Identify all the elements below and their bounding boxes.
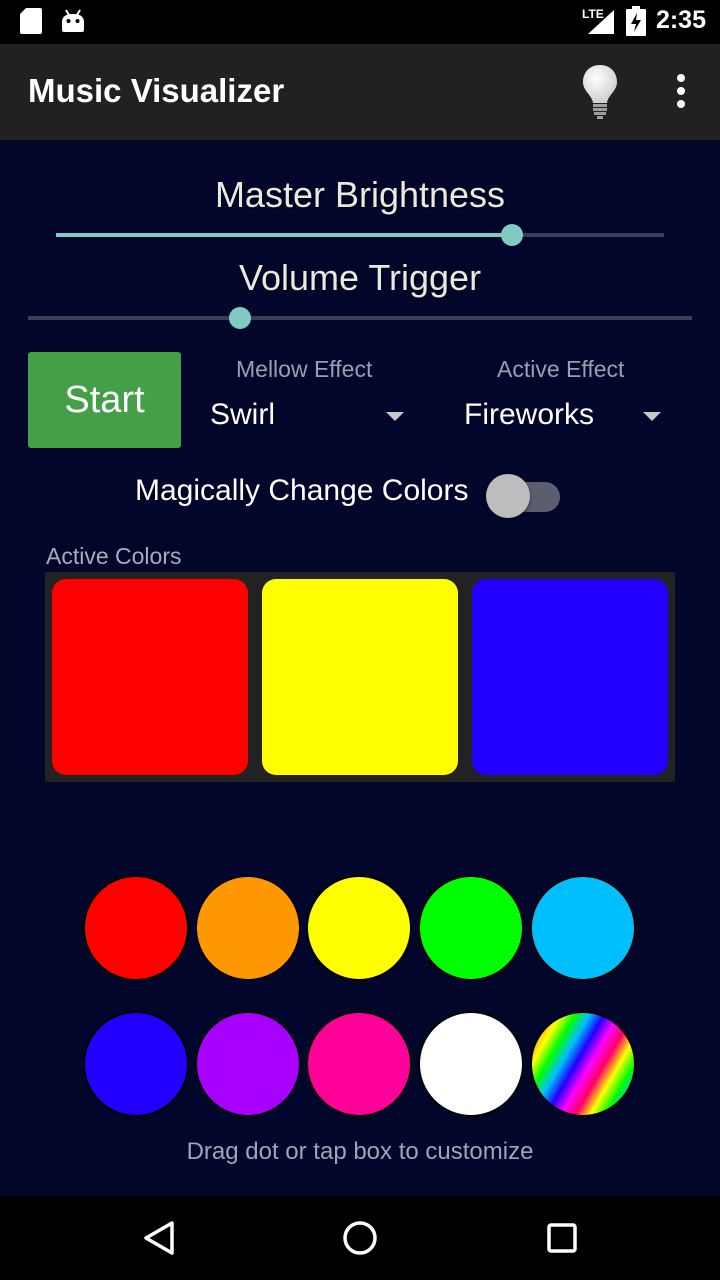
palette-dot-cyan[interactable]	[530, 875, 636, 981]
navigation-bar	[0, 1196, 720, 1280]
active-color-swatch-3[interactable]	[472, 579, 668, 775]
palette-dot-purple[interactable]	[195, 1011, 301, 1117]
battery-charging-icon	[626, 6, 646, 36]
lightbulb-icon[interactable]	[583, 65, 617, 119]
recents-icon[interactable]	[546, 1222, 578, 1254]
active-color-swatch-1[interactable]	[52, 579, 248, 775]
active-colors-box	[45, 572, 675, 782]
volume-trigger-thumb[interactable]	[229, 307, 252, 329]
android-icon	[62, 9, 84, 32]
master-brightness-slider[interactable]	[56, 223, 664, 247]
status-bar: LTE 2:35	[0, 0, 720, 44]
dropdown-arrow-icon	[386, 412, 404, 421]
palette-dot-green[interactable]	[418, 875, 524, 981]
mellow-effect-value: Swirl	[210, 398, 275, 431]
volume-trigger-label: Volume Trigger	[238, 257, 482, 298]
more-vert-icon[interactable]	[666, 74, 696, 110]
app-toolbar: Music Visualizer	[0, 44, 720, 140]
start-button[interactable]: Start	[28, 352, 181, 448]
palette-dot-blue[interactable]	[83, 1011, 189, 1117]
clock: 2:35	[655, 6, 706, 34]
mellow-effect-spinner[interactable]: Swirl	[210, 390, 404, 440]
palette-dot-orange[interactable]	[195, 875, 301, 981]
back-icon[interactable]	[142, 1220, 176, 1256]
palette-dot-red[interactable]	[83, 875, 189, 981]
palette-dot-white[interactable]	[418, 1011, 524, 1117]
palette-dot-pink[interactable]	[306, 1011, 412, 1117]
active-effect-spinner[interactable]: Fireworks	[464, 390, 661, 440]
magic-colors-label: Magically Change Colors	[135, 474, 469, 507]
main-content: Master Brightness Volume Trigger Start M…	[0, 140, 720, 1196]
lte-signal-icon	[588, 10, 614, 34]
palette-dot-yellow[interactable]	[306, 875, 412, 981]
active-colors-label: Active Colors	[46, 543, 182, 569]
mellow-effect-label: Mellow Effect	[236, 356, 373, 382]
active-effect-value: Fireworks	[464, 398, 595, 431]
switch-knob	[486, 474, 530, 518]
magic-colors-switch[interactable]	[486, 470, 562, 518]
master-brightness-fill	[56, 233, 512, 237]
sd-card-icon	[20, 8, 42, 34]
palette-dot-rainbow[interactable]	[530, 1011, 636, 1117]
active-color-swatch-2[interactable]	[262, 579, 458, 775]
active-effect-label: Active Effect	[497, 356, 625, 382]
volume-trigger-fill	[28, 316, 241, 320]
master-brightness-thumb[interactable]	[501, 224, 523, 246]
app-title: Music Visualizer	[28, 72, 285, 109]
volume-trigger-slider[interactable]	[28, 306, 692, 330]
dropdown-arrow-icon	[643, 412, 661, 421]
home-icon[interactable]	[342, 1220, 378, 1256]
magic-colors-row: Magically Change Colors	[0, 470, 720, 518]
master-brightness-label: Master Brightness	[214, 174, 506, 215]
customize-hint: Drag dot or tap box to customize	[186, 1138, 534, 1165]
